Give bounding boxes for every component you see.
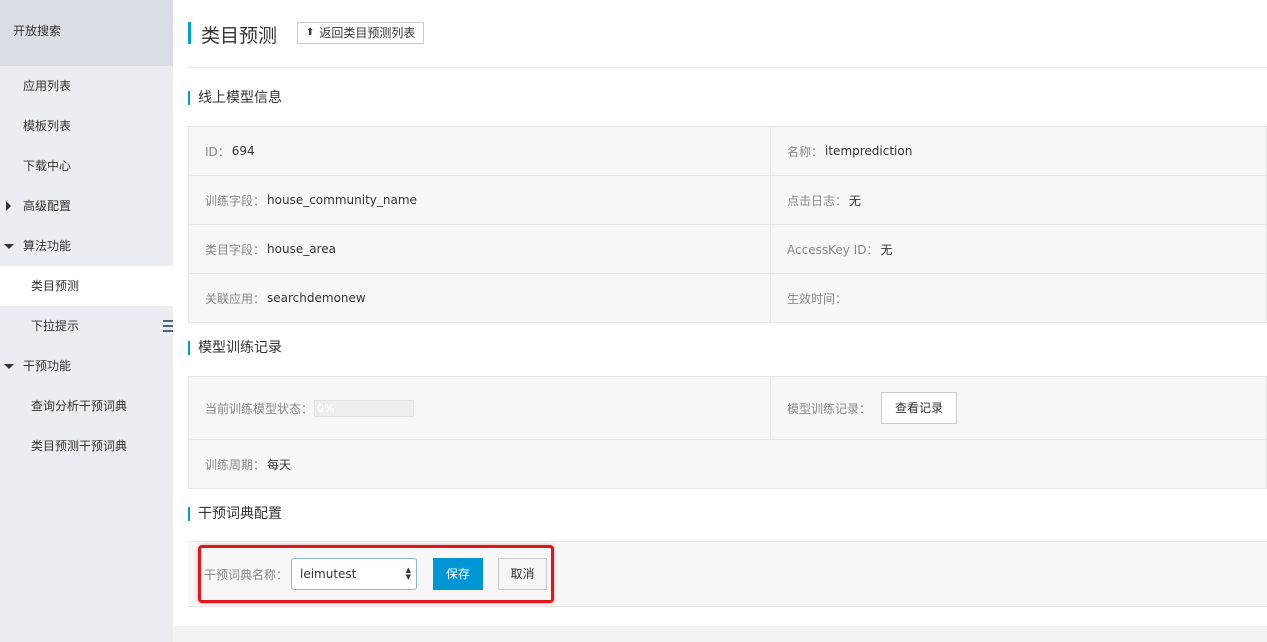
bottom-strip bbox=[173, 626, 1267, 642]
click-log-label: 点击日志： bbox=[787, 193, 848, 208]
info-cell-train-field: 训练字段： house_community_name bbox=[189, 176, 771, 225]
sidebar-item-category-prediction[interactable]: 类目预测 bbox=[0, 266, 173, 306]
sidebar-item-app-list[interactable]: 应用列表 bbox=[0, 66, 173, 106]
sidebar-item-label: 算法功能 bbox=[23, 239, 72, 253]
sidebar-item-label: 干预功能 bbox=[23, 359, 72, 373]
sidebar-collapse-button[interactable] bbox=[160, 310, 173, 344]
view-records-button[interactable]: 查看记录 bbox=[881, 392, 958, 424]
category-field-label: 类目字段： bbox=[205, 242, 266, 257]
training-period-cell: 训练周期： 每天 bbox=[189, 440, 1267, 489]
sidebar-item-advanced-config[interactable]: 高级配置 bbox=[0, 186, 173, 226]
info-cell-click-log: 点击日志： 无 bbox=[771, 176, 1267, 225]
divider bbox=[188, 67, 1267, 68]
training-progress-bar: 0% bbox=[314, 399, 415, 417]
training-status-cell: 当前训练模型状态： 0% bbox=[189, 377, 771, 440]
training-records-cell: 模型训练记录： 查看记录 bbox=[771, 377, 1267, 440]
sidebar-item-label: 下载中心 bbox=[23, 159, 72, 173]
sidebar-item-label: 类目预测干预词典 bbox=[31, 439, 128, 453]
id-label: ID： bbox=[205, 144, 230, 159]
accesskey-label: AccessKey ID： bbox=[787, 242, 879, 257]
caret-down-icon bbox=[4, 364, 14, 369]
category-field-value: house_area bbox=[267, 242, 336, 256]
info-cell-accesskey: AccessKey ID： 无 bbox=[771, 225, 1267, 274]
click-log-value: 无 bbox=[849, 193, 862, 208]
menu-collapse-icon bbox=[163, 320, 173, 332]
main-content: 类目预测 ⬆ 返回类目预测列表 线上模型信息 ID： 694 名称： itemp… bbox=[188, 0, 1267, 642]
accesskey-value: 无 bbox=[880, 242, 893, 257]
sidebar-item-algorithm[interactable]: 算法功能 bbox=[0, 226, 173, 266]
info-cell-effective-time: 生效时间： bbox=[771, 274, 1267, 323]
sidebar-item-intervention[interactable]: 干预功能 bbox=[0, 346, 173, 386]
sidebar-item-dropdown-hint[interactable]: 下拉提示 bbox=[0, 306, 173, 346]
dict-config-box: 干预词典名称： leimutest ▲ ▼ 保存 取消 bbox=[188, 541, 1267, 607]
train-field-label: 训练字段： bbox=[205, 193, 266, 208]
sidebar-item-label: 查询分析干预词典 bbox=[31, 399, 128, 413]
section-title-model-info: 线上模型信息 bbox=[188, 90, 282, 106]
train-field-value: house_community_name bbox=[267, 193, 417, 207]
model-info-grid: ID： 694 名称： itemprediction 训练字段： house_c… bbox=[188, 126, 1267, 323]
page-title: 类目预测 bbox=[201, 25, 278, 47]
back-to-list-button[interactable]: ⬆ 返回类目预测列表 bbox=[297, 22, 425, 44]
back-button-label: 返回类目预测列表 bbox=[319, 26, 416, 40]
info-cell-id: ID： 694 bbox=[189, 127, 771, 176]
sidebar-item-download-center[interactable]: 下载中心 bbox=[0, 146, 173, 186]
name-value: itemprediction bbox=[825, 144, 913, 158]
info-cell-name: 名称： itemprediction bbox=[771, 127, 1267, 176]
linked-app-value: searchdemonew bbox=[267, 291, 366, 305]
sidebar-item-template-list[interactable]: 模板列表 bbox=[0, 106, 173, 146]
sidebar-item-label: 下拉提示 bbox=[31, 319, 80, 333]
id-value: 694 bbox=[231, 144, 255, 158]
sidebar-item-label: 高级配置 bbox=[23, 199, 72, 213]
sidebar-menu: 应用列表 模板列表 下载中心 高级配置 算法功能 类目预测 下拉提示 干预功能 … bbox=[0, 66, 173, 466]
training-period-label: 训练周期： bbox=[205, 457, 266, 472]
training-period-value: 每天 bbox=[267, 457, 292, 472]
sidebar-item-query-dict[interactable]: 查询分析干预词典 bbox=[0, 386, 173, 426]
name-label: 名称： bbox=[787, 144, 824, 159]
progress-percent: 0% bbox=[317, 401, 335, 415]
sidebar: 开放搜索 应用列表 模板列表 下载中心 高级配置 算法功能 类目预测 下拉提示 … bbox=[0, 0, 173, 642]
sidebar-item-label: 类目预测 bbox=[31, 279, 80, 293]
caret-right-icon bbox=[6, 201, 11, 211]
arrow-up-icon: ⬆ bbox=[306, 27, 315, 38]
sidebar-item-category-dict[interactable]: 类目预测干预词典 bbox=[0, 426, 173, 466]
training-grid: 当前训练模型状态： 0% 模型训练记录： 查看记录 训练周期： 每天 bbox=[188, 376, 1267, 489]
sidebar-item-label: 应用列表 bbox=[23, 79, 72, 93]
sidebar-item-label: 模板列表 bbox=[23, 119, 72, 133]
linked-app-label: 关联应用： bbox=[205, 291, 266, 306]
effective-time-label: 生效时间： bbox=[787, 291, 848, 306]
info-cell-category-field: 类目字段： house_area bbox=[189, 225, 771, 274]
info-cell-linked-app: 关联应用： searchdemonew bbox=[189, 274, 771, 323]
training-records-label: 模型训练记录： bbox=[787, 401, 872, 416]
caret-down-icon bbox=[4, 244, 14, 249]
section-title-training: 模型训练记录 bbox=[188, 340, 282, 356]
title-accent-bar bbox=[188, 22, 191, 44]
section-title-dict: 干预词典配置 bbox=[188, 506, 282, 522]
sidebar-brand: 开放搜索 bbox=[0, 0, 173, 66]
training-status-label: 当前训练模型状态： bbox=[205, 401, 314, 416]
highlight-annotation-box bbox=[198, 545, 554, 603]
